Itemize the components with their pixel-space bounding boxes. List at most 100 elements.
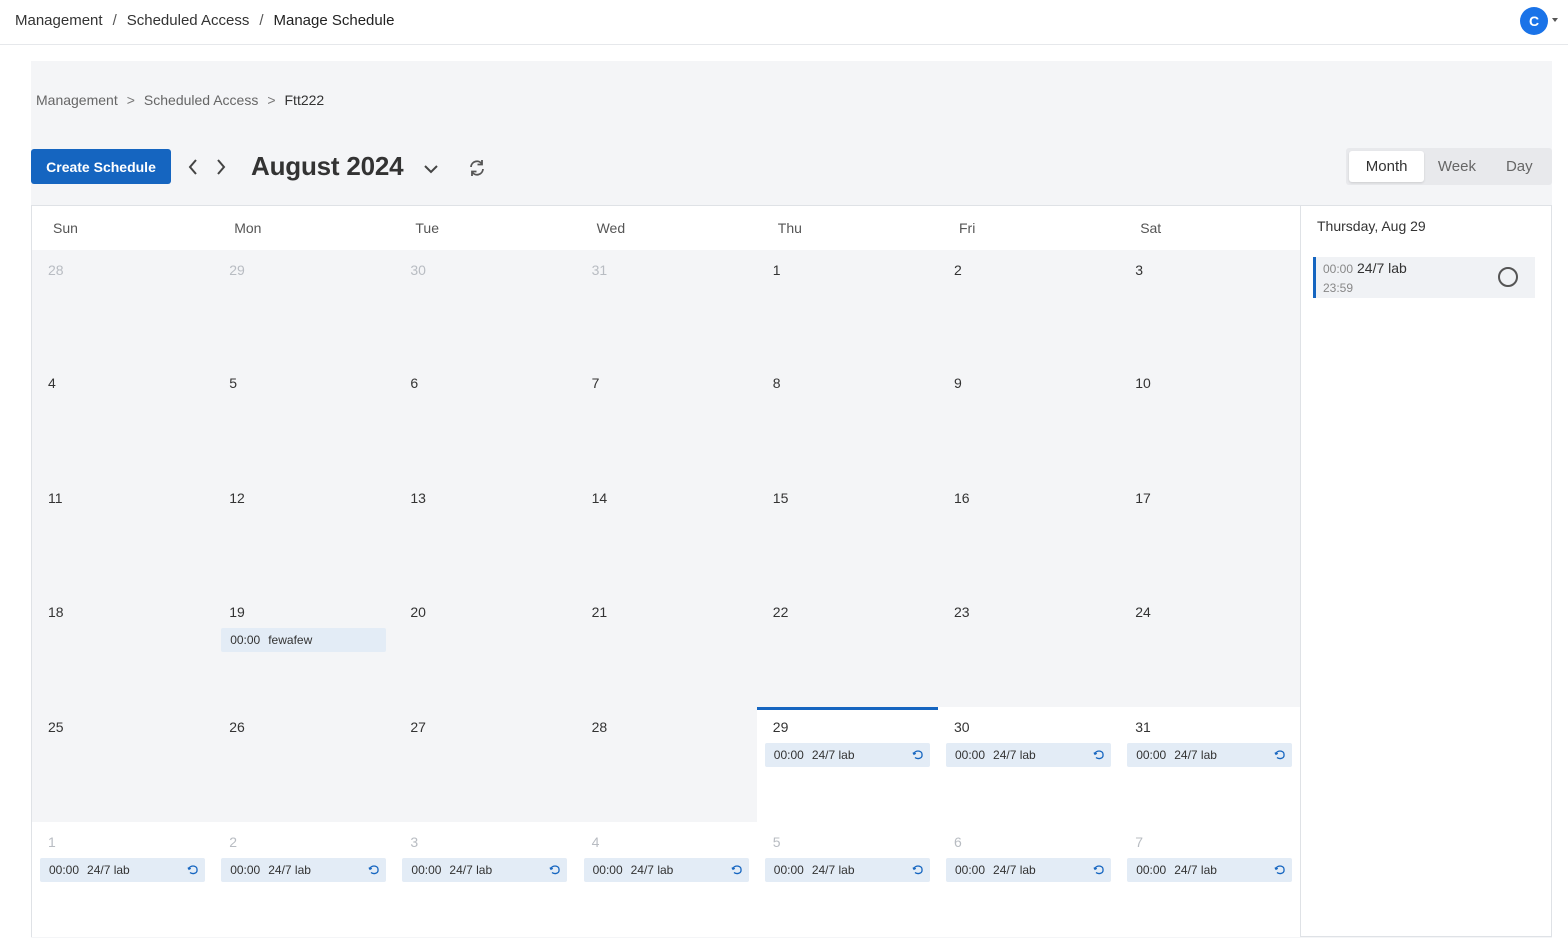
top-breadcrumb-management[interactable]: Management (15, 12, 103, 29)
day-cell[interactable]: 17 (1119, 478, 1301, 592)
day-number: 30 (410, 262, 426, 278)
top-breadcrumb: Management / Scheduled Access / Manage S… (15, 12, 394, 29)
day-number: 17 (1135, 490, 1151, 506)
day-cell[interactable]: 25 (32, 707, 214, 822)
calendar-event[interactable]: 00:00 24/7 lab (221, 858, 387, 882)
page-breadcrumb-separator: > (126, 92, 135, 108)
day-cell[interactable]: 13 (394, 478, 576, 592)
chevron-down-icon[interactable] (422, 160, 440, 178)
day-cell[interactable]: 28 (32, 250, 214, 363)
page-breadcrumb-scheduled-access[interactable]: Scheduled Access (144, 92, 258, 108)
event-title: 24/7 lab (87, 863, 130, 877)
day-cell[interactable]: 3 (1119, 250, 1301, 363)
day-cell[interactable]: 21 (575, 592, 757, 707)
calendar-event[interactable]: 00:00 24/7 lab (764, 743, 930, 767)
event-title: 24/7 lab (811, 863, 855, 877)
event-title: 24/7 lab (1174, 748, 1217, 762)
day-number: 18 (48, 604, 64, 620)
day-number: 28 (591, 719, 608, 735)
caret-down-icon[interactable] (1552, 18, 1558, 22)
calendar-event[interactable]: 00:00 24/7 lab (946, 858, 1111, 882)
calendar-event[interactable]: 00:00 24/7 lab (402, 858, 568, 882)
chevron-right-icon[interactable] (212, 158, 230, 176)
day-number: 6 (410, 375, 419, 391)
view-day-button[interactable]: Day (1490, 151, 1549, 182)
agenda-event-end: 23:59 (1323, 281, 1354, 295)
day-cell[interactable]: 23 (938, 592, 1120, 707)
event-time: 00:00 (230, 633, 261, 647)
day-number: 6 (954, 834, 962, 850)
day-cell[interactable]: 29 (213, 250, 395, 363)
day-cell[interactable]: 24 (1119, 592, 1301, 707)
day-number: 1 (48, 834, 56, 850)
day-cell[interactable]: 2 (938, 250, 1120, 363)
day-cell[interactable]: 6 00:00 24/7 lab (938, 822, 1120, 937)
weekday-header: Sun Mon Tue Wed Thu Fri Sat (32, 206, 1300, 250)
day-cell[interactable]: 19 00:00 fewafew (213, 592, 395, 707)
day-cell[interactable]: 4 (32, 363, 214, 478)
event-time: 00:00 (773, 748, 804, 762)
day-cell[interactable]: 1 (756, 250, 938, 363)
day-cell[interactable]: 26 (213, 707, 395, 822)
day-cell[interactable]: 15 (756, 478, 938, 592)
day-cell[interactable]: 2 00:00 24/7 lab (213, 822, 395, 937)
day-cell[interactable]: 27 (394, 707, 576, 822)
day-number: 16 (954, 490, 970, 506)
create-schedule-button[interactable]: Create Schedule (31, 149, 171, 184)
top-breadcrumb-current: Manage Schedule (273, 12, 395, 29)
day-cell[interactable]: 9 (938, 363, 1120, 478)
event-time: 00:00 (592, 863, 623, 877)
day-cell[interactable]: 30 00:00 24/7 lab (938, 707, 1120, 822)
event-time: 00:00 (49, 863, 80, 877)
day-number: 25 (48, 719, 64, 735)
main-panel: Management > Scheduled Access > Ftt222 C… (31, 61, 1552, 938)
calendar-event[interactable]: 00:00 fewafew (221, 628, 387, 652)
day-cell[interactable]: 5 (213, 363, 395, 478)
calendar-event[interactable]: 00:00 24/7 lab (1127, 743, 1293, 767)
view-week-button[interactable]: Week (1424, 151, 1489, 182)
day-number: 7 (591, 375, 600, 391)
chevron-left-icon[interactable] (184, 158, 202, 176)
view-month-button[interactable]: Month (1349, 151, 1425, 182)
repeat-icon (912, 864, 924, 876)
day-cell[interactable]: 11 (32, 478, 214, 592)
day-number: 28 (48, 262, 64, 278)
refresh-icon[interactable] (467, 158, 487, 178)
day-cell[interactable]: 22 (756, 592, 938, 707)
event-title: fewafew (268, 633, 313, 647)
day-number: 20 (410, 604, 426, 620)
agenda-event[interactable]: 00:00 24/7 lab 23:59 (1313, 257, 1535, 298)
day-cell[interactable]: 5 00:00 24/7 lab (756, 822, 938, 937)
day-cell[interactable]: 31 (575, 250, 757, 363)
day-number: 13 (410, 490, 426, 506)
day-cell[interactable]: 29 00:00 24/7 lab (756, 707, 938, 822)
agenda-event-title: 24/7 lab (1357, 260, 1407, 276)
calendar-event[interactable]: 00:00 24/7 lab (583, 858, 749, 882)
event-title: 24/7 lab (268, 863, 311, 877)
day-cell[interactable]: 12 (213, 478, 395, 592)
day-cell[interactable]: 7 (575, 363, 757, 478)
calendar-event[interactable]: 00:00 24/7 lab (764, 858, 930, 882)
day-cell[interactable]: 18 (32, 592, 214, 707)
day-cell[interactable]: 3 00:00 24/7 lab (394, 822, 576, 937)
day-cell[interactable]: 31 00:00 24/7 lab (1119, 707, 1301, 822)
day-cell[interactable]: 28 (575, 707, 757, 822)
day-cell[interactable]: 14 (575, 478, 757, 592)
day-cell[interactable]: 6 (394, 363, 576, 478)
avatar[interactable]: C (1520, 7, 1548, 35)
day-cell[interactable]: 7 00:00 24/7 lab (1119, 822, 1301, 937)
circle-icon[interactable] (1498, 267, 1518, 287)
day-cell[interactable]: 4 00:00 24/7 lab (575, 822, 757, 937)
calendar-event[interactable]: 00:00 24/7 lab (946, 743, 1111, 767)
day-cell[interactable]: 16 (938, 478, 1120, 592)
day-number: 5 (772, 834, 781, 850)
day-cell[interactable]: 20 (394, 592, 576, 707)
day-cell[interactable]: 1 00:00 24/7 lab (32, 822, 214, 937)
calendar-event[interactable]: 00:00 24/7 lab (1127, 858, 1293, 882)
page-breadcrumb-management[interactable]: Management (36, 92, 118, 108)
top-breadcrumb-scheduled-access[interactable]: Scheduled Access (127, 12, 250, 29)
day-cell[interactable]: 8 (756, 363, 938, 478)
day-cell[interactable]: 10 (1119, 363, 1301, 478)
day-cell[interactable]: 30 (394, 250, 576, 363)
calendar-event[interactable]: 00:00 24/7 lab (40, 858, 205, 882)
